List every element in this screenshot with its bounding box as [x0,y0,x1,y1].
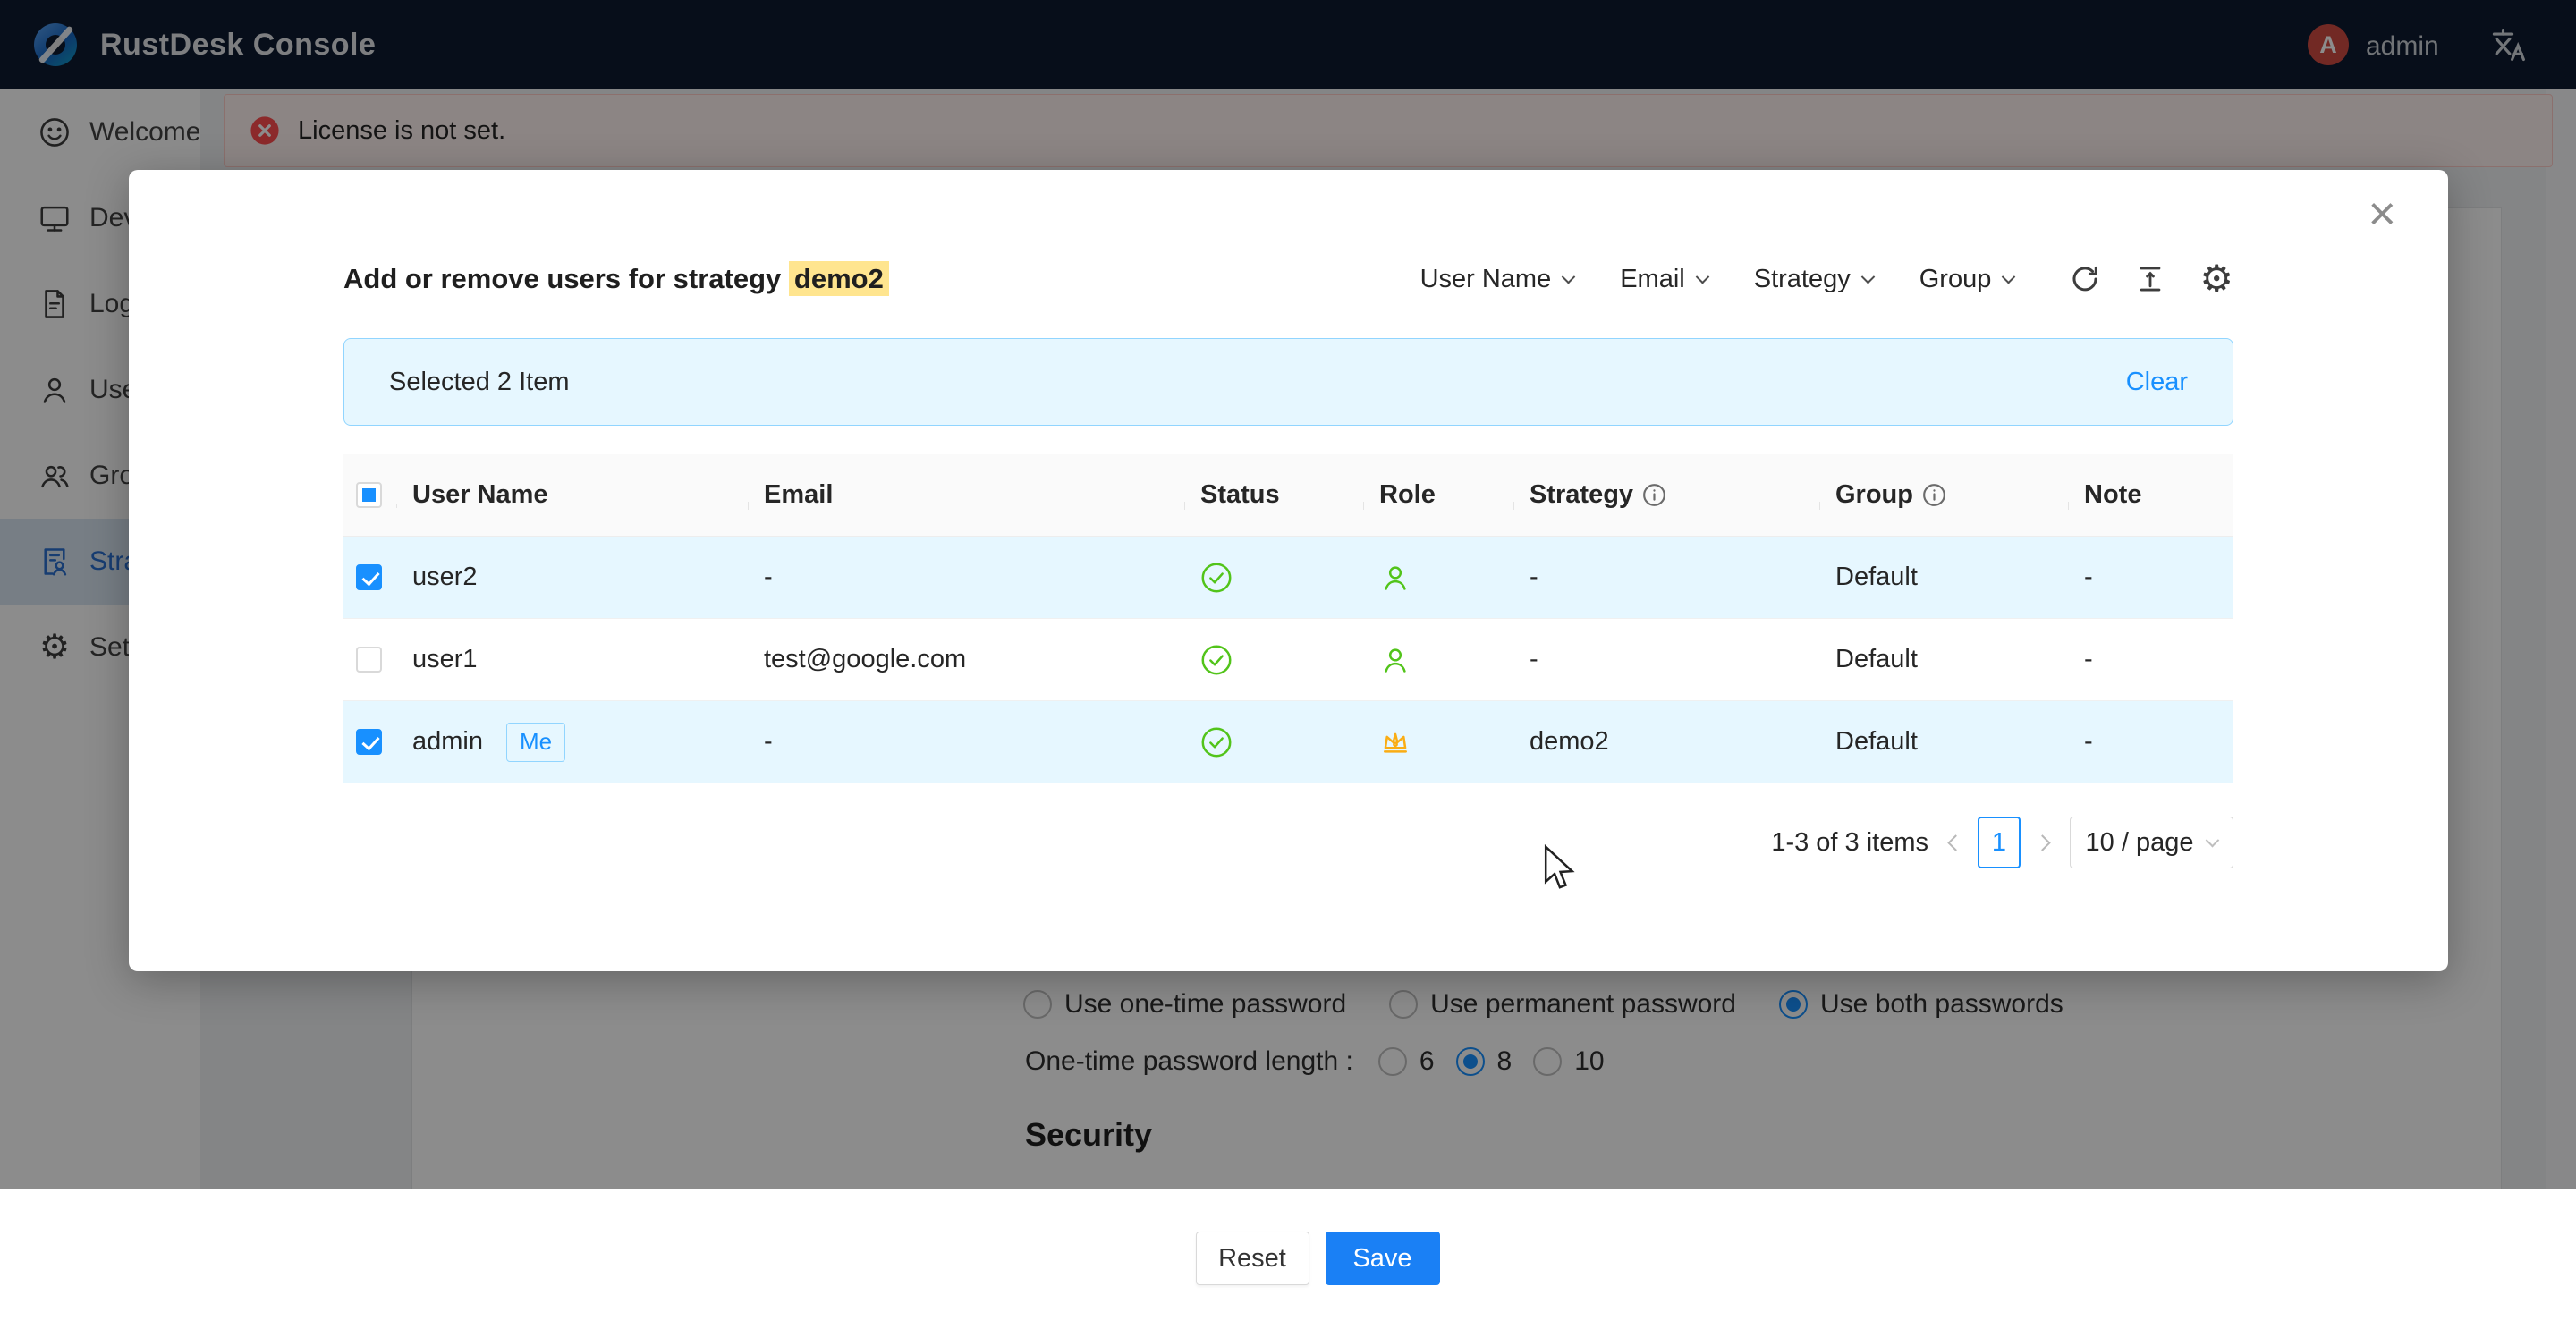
page-footer: Reset Save [0,1189,2576,1329]
pagination: 1-3 of 3 items 1 10 / page [1771,816,2233,869]
column-header-strategy[interactable]: Strategy [1514,480,1820,510]
column-header-user-name[interactable]: User Name [397,480,749,510]
me-badge: Me [506,723,565,762]
select-all-checkbox[interactable] [356,482,382,508]
user-name-cell: user1 [397,645,749,674]
strategy-cell: - [1514,645,1820,674]
strategy-cell: - [1514,563,1820,592]
note-cell: - [2069,645,2233,674]
chevron-down-icon [2206,833,2220,847]
group-cell: Default [1820,563,2069,592]
note-cell: - [2069,563,2233,592]
table-row-user1[interactable]: user1 test@google.com - Default - [343,619,2233,701]
group-cell: Default [1820,645,2069,674]
reset-button[interactable]: Reset [1196,1232,1309,1285]
table-row-admin[interactable]: admin Me - demo2 Default - [343,701,2233,783]
chevron-down-icon [1695,269,1709,284]
refresh-icon[interactable] [2069,263,2101,295]
chevron-down-icon [2002,269,2016,284]
note-cell: - [2069,727,2233,757]
filter-group[interactable]: Group [1919,265,2014,294]
role-cell [1364,644,1514,676]
status-enabled-icon [1200,644,1233,676]
info-icon[interactable] [1922,483,1946,507]
email-cell: test@google.com [749,645,1185,674]
row-checkbox-checked[interactable] [356,729,382,755]
dialog-title-text: Add or remove users for strategy [343,263,789,294]
status-cell [1185,562,1364,594]
row-checkbox-unchecked[interactable] [356,647,382,673]
selection-count-text: Selected 2 Item [389,368,570,397]
filter-bar: User Name Email Strategy Group [1420,260,2233,298]
row-height-icon[interactable] [2135,264,2165,294]
column-header-group[interactable]: Group [1820,480,2069,510]
user-role-icon [1379,562,1411,594]
status-enabled-icon [1200,562,1233,594]
settings-icon[interactable]: ⚙ [2199,260,2233,298]
next-page-icon[interactable] [2034,834,2050,851]
column-header-email[interactable]: Email [749,480,1185,510]
page-size-select[interactable]: 10 / page [2070,817,2233,868]
admin-crown-icon [1379,726,1411,758]
group-cell: Default [1820,727,2069,757]
table-header-row: User Name Email Status Role Strategy Gro… [343,454,2233,537]
table-toolbar: ⚙ [2069,260,2233,298]
email-cell: - [749,727,1185,757]
close-icon[interactable]: × [2368,190,2396,238]
chevron-down-icon [1562,269,1576,284]
strategy-cell: demo2 [1514,727,1820,757]
column-header-role[interactable]: Role [1364,480,1514,510]
info-icon[interactable] [1642,483,1666,507]
dialog-title: Add or remove users for strategy demo2 [343,263,889,295]
column-header-note[interactable]: Note [2069,480,2233,510]
pagination-total: 1-3 of 3 items [1771,828,1928,858]
email-cell: - [749,563,1185,592]
status-cell [1185,644,1364,676]
role-cell [1364,562,1514,594]
column-header-status[interactable]: Status [1185,480,1364,510]
status-enabled-icon [1200,726,1233,758]
row-checkbox-checked[interactable] [356,564,382,590]
selection-bar: Selected 2 Item Clear [343,338,2233,426]
add-remove-users-dialog: × Add or remove users for strategy demo2… [129,170,2448,971]
clear-selection-link[interactable]: Clear [2126,368,2188,397]
chevron-down-icon [1860,269,1875,284]
user-name-cell: user2 [397,563,749,592]
user-name-cell: admin Me [397,723,749,762]
status-cell [1185,726,1364,758]
current-page-button[interactable]: 1 [1978,817,2021,868]
dialog-header: Add or remove users for strategy demo2 U… [343,252,2233,306]
strategy-name-highlight: demo2 [789,261,889,296]
filter-user-name[interactable]: User Name [1420,265,1574,294]
users-table: User Name Email Status Role Strategy Gro… [343,454,2233,783]
filter-strategy[interactable]: Strategy [1754,265,1873,294]
user-role-icon [1379,644,1411,676]
role-cell [1364,726,1514,758]
save-button[interactable]: Save [1326,1232,1440,1285]
table-row-user2[interactable]: user2 - - Default - [343,537,2233,619]
filter-email[interactable]: Email [1620,265,1707,294]
prev-page-icon[interactable] [1947,834,1963,851]
